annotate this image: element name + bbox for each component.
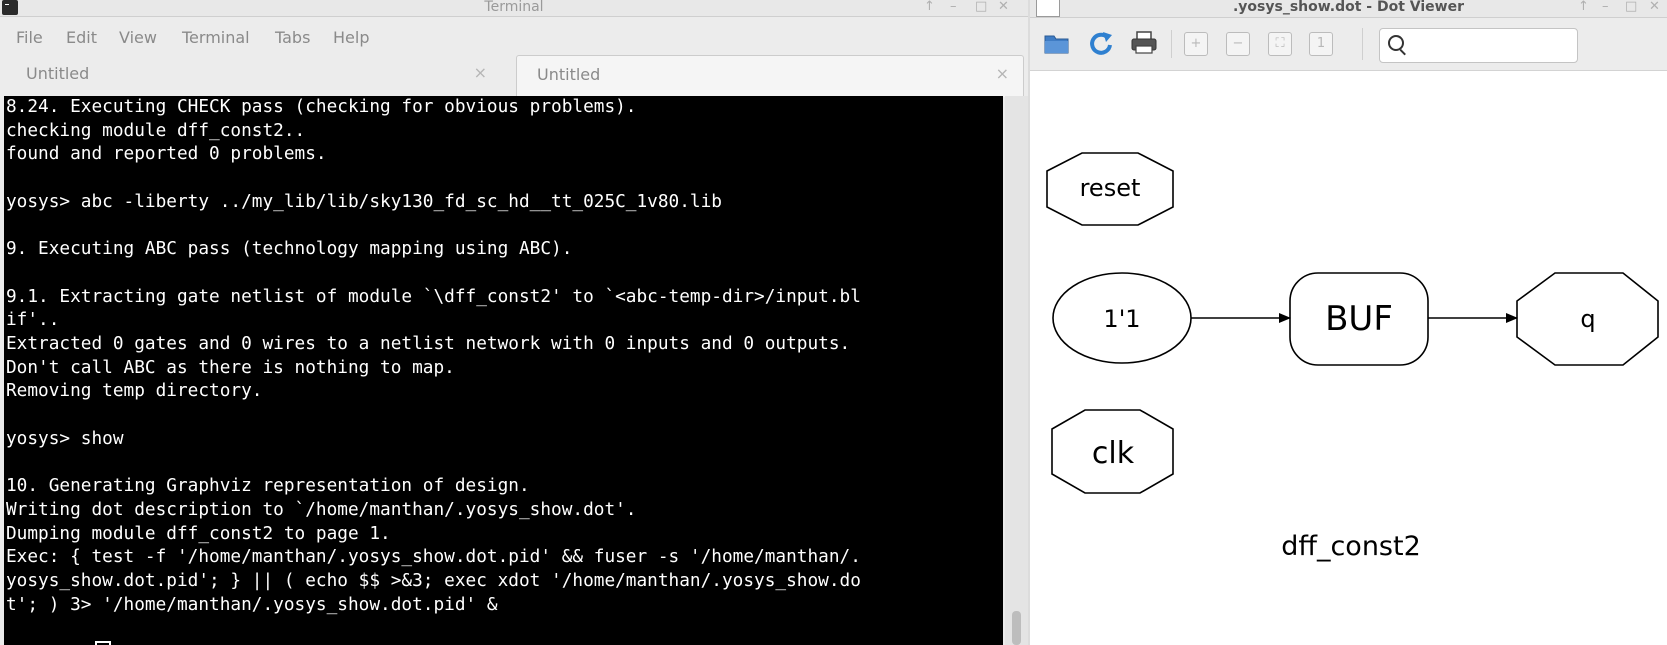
menu-terminal[interactable]: Terminal	[182, 28, 250, 47]
node-q-label: q	[1580, 305, 1595, 333]
node-reset-label: reset	[1080, 174, 1141, 202]
open-icon[interactable]	[1043, 30, 1071, 56]
terminal-scrollbar[interactable]	[1005, 96, 1028, 645]
terminal-output: 8.24. Executing CHECK pass (checking for…	[6, 97, 861, 615]
terminal-window: Terminal ↑ – □ ✕ File Edit View Terminal…	[0, 0, 1028, 645]
menu-tabs[interactable]: Tabs	[275, 28, 310, 47]
search-box[interactable]	[1379, 28, 1578, 63]
zoom-fit-icon[interactable]: ⛶	[1268, 32, 1292, 56]
terminal-cursor	[95, 641, 111, 645]
node-const-label: 1'1	[1103, 305, 1140, 333]
tab-label: Untitled	[26, 64, 90, 83]
tab-untitled-1[interactable]: Untitled ×	[6, 55, 501, 94]
tab-untitled-2[interactable]: Untitled ×	[516, 55, 1024, 97]
dot-viewer-window: .yosys_show.dot - Dot Viewer ↑ – □ ✕ + −…	[1030, 0, 1667, 645]
terminal-title: Terminal	[484, 0, 544, 15]
close-icon[interactable]: ✕	[1649, 0, 1660, 14]
terminal-menubar: File Edit View Terminal Tabs Help	[0, 17, 1028, 55]
tab-label: Untitled	[537, 65, 601, 84]
toolbar-separator	[1171, 30, 1172, 58]
tab-close-icon[interactable]: ×	[474, 63, 487, 82]
terminal-output-area[interactable]: 8.24. Executing CHECK pass (checking for…	[4, 96, 1003, 645]
menu-edit[interactable]: Edit	[66, 28, 97, 47]
search-input[interactable]	[1410, 33, 1574, 59]
print-icon[interactable]	[1130, 30, 1158, 56]
maximize-icon[interactable]: □	[975, 0, 987, 14]
graph-canvas[interactable]: reset 1'1 BUF q clk dff_const2	[1030, 71, 1667, 645]
zoom-100-icon[interactable]: 1	[1309, 32, 1333, 56]
dot-viewer-titlebar[interactable]: .yosys_show.dot - Dot Viewer ↑ – □ ✕	[1030, 0, 1667, 18]
dot-viewer-toolbar: + − ⛶ 1	[1030, 18, 1667, 71]
terminal-titlebar[interactable]: Terminal ↑ – □ ✕	[0, 0, 1028, 17]
minimize-icon[interactable]: –	[950, 0, 957, 14]
zoom-in-icon[interactable]: +	[1184, 32, 1208, 56]
graph-module-label: dff_const2	[1281, 531, 1421, 562]
terminal-tabbar: Untitled × Untitled ×	[0, 55, 1028, 97]
node-clk-label: clk	[1092, 436, 1135, 471]
minimize-icon[interactable]: –	[1602, 0, 1609, 14]
node-buf-label: BUF	[1325, 299, 1393, 339]
scrollbar-thumb[interactable]	[1012, 611, 1021, 645]
menu-help[interactable]: Help	[333, 28, 369, 47]
toolbar-separator	[1362, 28, 1363, 60]
zoom-out-icon[interactable]: −	[1226, 32, 1250, 56]
reload-icon[interactable]	[1087, 30, 1115, 56]
menu-view[interactable]: View	[119, 28, 157, 47]
close-icon[interactable]: ✕	[998, 0, 1009, 14]
keep-above-icon[interactable]: ↑	[924, 0, 935, 14]
tab-close-icon[interactable]: ×	[996, 64, 1009, 83]
keep-above-icon[interactable]: ↑	[1578, 0, 1589, 14]
menu-file[interactable]: File	[16, 28, 43, 47]
dot-viewer-title: .yosys_show.dot - Dot Viewer	[1232, 0, 1465, 15]
maximize-icon[interactable]: □	[1625, 0, 1637, 14]
search-icon	[1388, 35, 1404, 51]
